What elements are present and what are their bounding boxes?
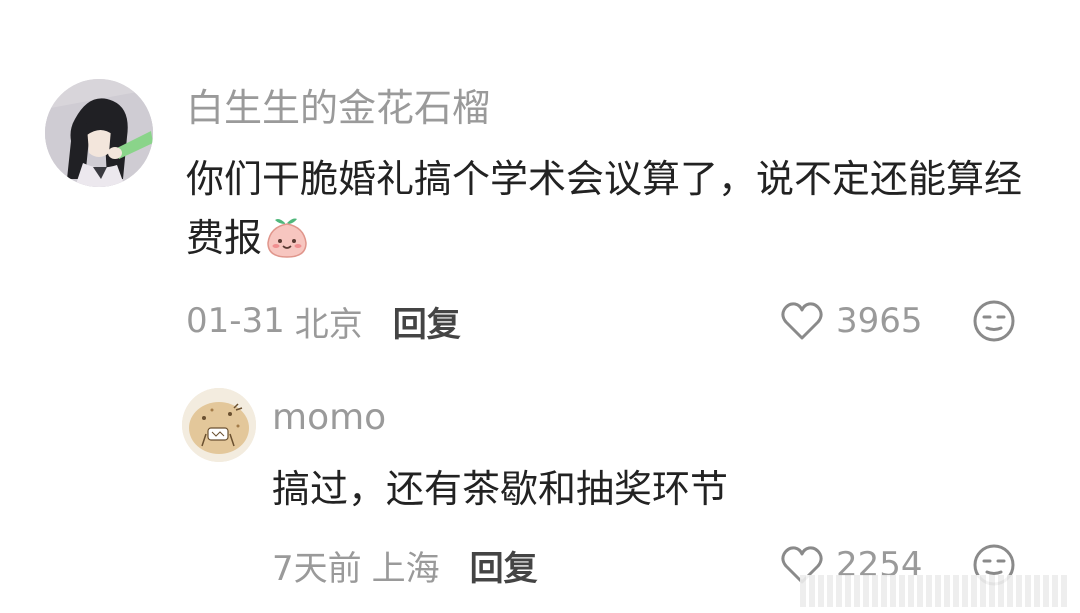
avatar-image xyxy=(45,79,153,187)
like-button[interactable]: 3965 xyxy=(780,298,923,344)
comment-date: 01-31 xyxy=(186,301,285,341)
reaction-button[interactable] xyxy=(972,299,1016,343)
heart-outline-icon xyxy=(781,302,823,340)
meh-face-icon xyxy=(973,300,1015,342)
comment-meta: 01-31 北京 回复 xyxy=(186,297,461,346)
comment-location: 北京 xyxy=(294,304,363,345)
reply-user-avatar[interactable] xyxy=(182,388,256,462)
reply-meta: 7天前 上海 回复 xyxy=(272,541,538,590)
reply-location: 上海 xyxy=(371,548,440,589)
reply-button[interactable]: 回复 xyxy=(393,297,461,346)
reply-username[interactable]: momo xyxy=(272,394,386,442)
comment-thread: 白生生的金花石榴 你们干脆婚礼搞个学术会议算了，说不定还能算经费报 01-31 … xyxy=(0,0,1080,613)
user-avatar[interactable] xyxy=(45,79,153,187)
comment-body: 你们干脆婚礼搞个学术会议算了，说不定还能算经费报 xyxy=(186,157,1023,260)
comment-text: 你们干脆婚礼搞个学术会议算了，说不定还能算经费报 xyxy=(186,150,1046,268)
reply-button[interactable]: 回复 xyxy=(470,541,538,590)
peach-face-emoji-icon xyxy=(264,215,310,259)
reply-date: 7天前 xyxy=(272,548,362,589)
like-count: 3965 xyxy=(836,301,923,341)
reply-text: 搞过，还有茶歇和抽奖环节 xyxy=(272,467,729,511)
username[interactable]: 白生生的金花石榴 xyxy=(186,84,490,132)
avatar-image xyxy=(182,388,256,462)
watermark-strip xyxy=(800,575,1070,607)
